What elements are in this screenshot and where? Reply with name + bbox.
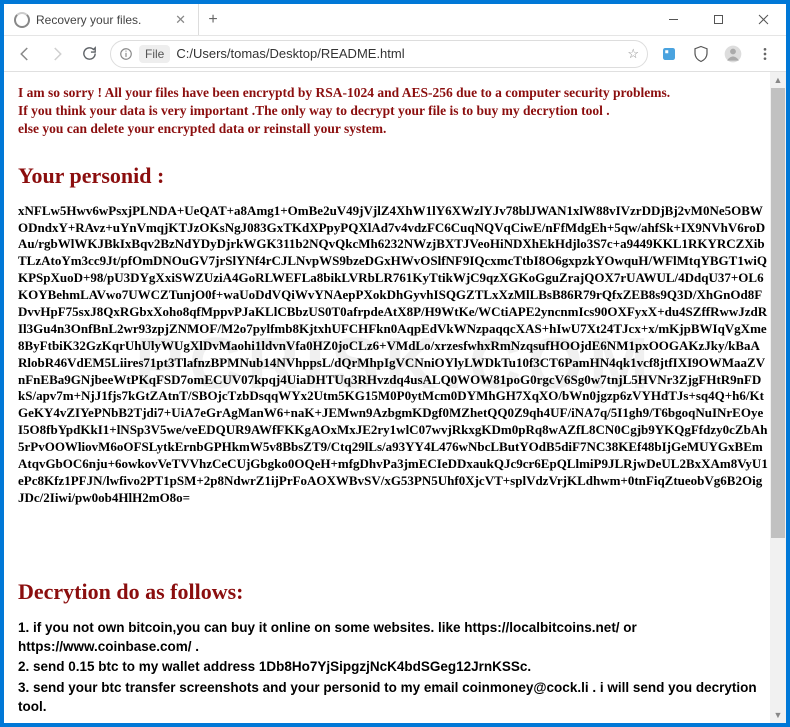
step-1: 1. if you not own bitcoin,you can buy it… [18,619,768,657]
shield-icon[interactable] [686,40,716,68]
tab-close-icon[interactable]: ✕ [171,10,190,30]
back-button[interactable] [10,40,40,68]
new-tab-button[interactable]: + [199,4,227,35]
decrytion-heading: Decrytion do as follows: [18,579,768,605]
minimize-button[interactable] [651,4,696,35]
info-icon [119,47,133,61]
url-text: C:/Users/tomas/Desktop/README.html [176,46,404,61]
tab-recovery[interactable]: Recovery your files. ✕ [4,4,199,35]
window-controls [651,4,786,35]
scroll-down-icon[interactable]: ▼ [770,707,786,723]
scrollbar-track[interactable]: ▲ ▼ [770,72,786,723]
close-button[interactable] [741,4,786,35]
tab-title: Recovery your files. [36,13,141,27]
scroll-up-icon[interactable]: ▲ [770,72,786,88]
page-content: I am so sorry ! All your files have been… [4,72,786,723]
intro-text: I am so sorry ! All your files have been… [18,84,768,139]
menu-icon[interactable] [750,40,780,68]
step-2: 2. send 0.15 btc to my wallet address 1D… [18,658,768,677]
personid-heading: Your personid : [18,163,768,189]
star-icon[interactable]: ☆ [627,46,639,62]
titlebar: Recovery your files. ✕ + [4,4,786,36]
address-bar[interactable]: File C:/Users/tomas/Desktop/README.html … [110,40,648,68]
reload-button[interactable] [74,40,104,68]
decrytion-steps: 1. if you not own bitcoin,you can buy it… [18,619,768,717]
extension-icon-1[interactable] [654,40,684,68]
scrollbar-thumb[interactable] [771,88,785,538]
maximize-button[interactable] [696,4,741,35]
address-bar-row: File C:/Users/tomas/Desktop/README.html … [4,36,786,72]
profile-icon[interactable] [718,40,748,68]
browser-window: Recovery your files. ✕ + File C:/Users/t… [3,3,787,724]
forward-button [42,40,72,68]
loading-favicon [14,12,30,28]
file-chip: File [139,45,170,63]
personid-value: xNFLw5Hwv6wPsxjPLNDA+UeQAT+a8Amg1+OmBe2u… [18,203,768,507]
step-3: 3. send your btc transfer screenshots an… [18,679,768,717]
